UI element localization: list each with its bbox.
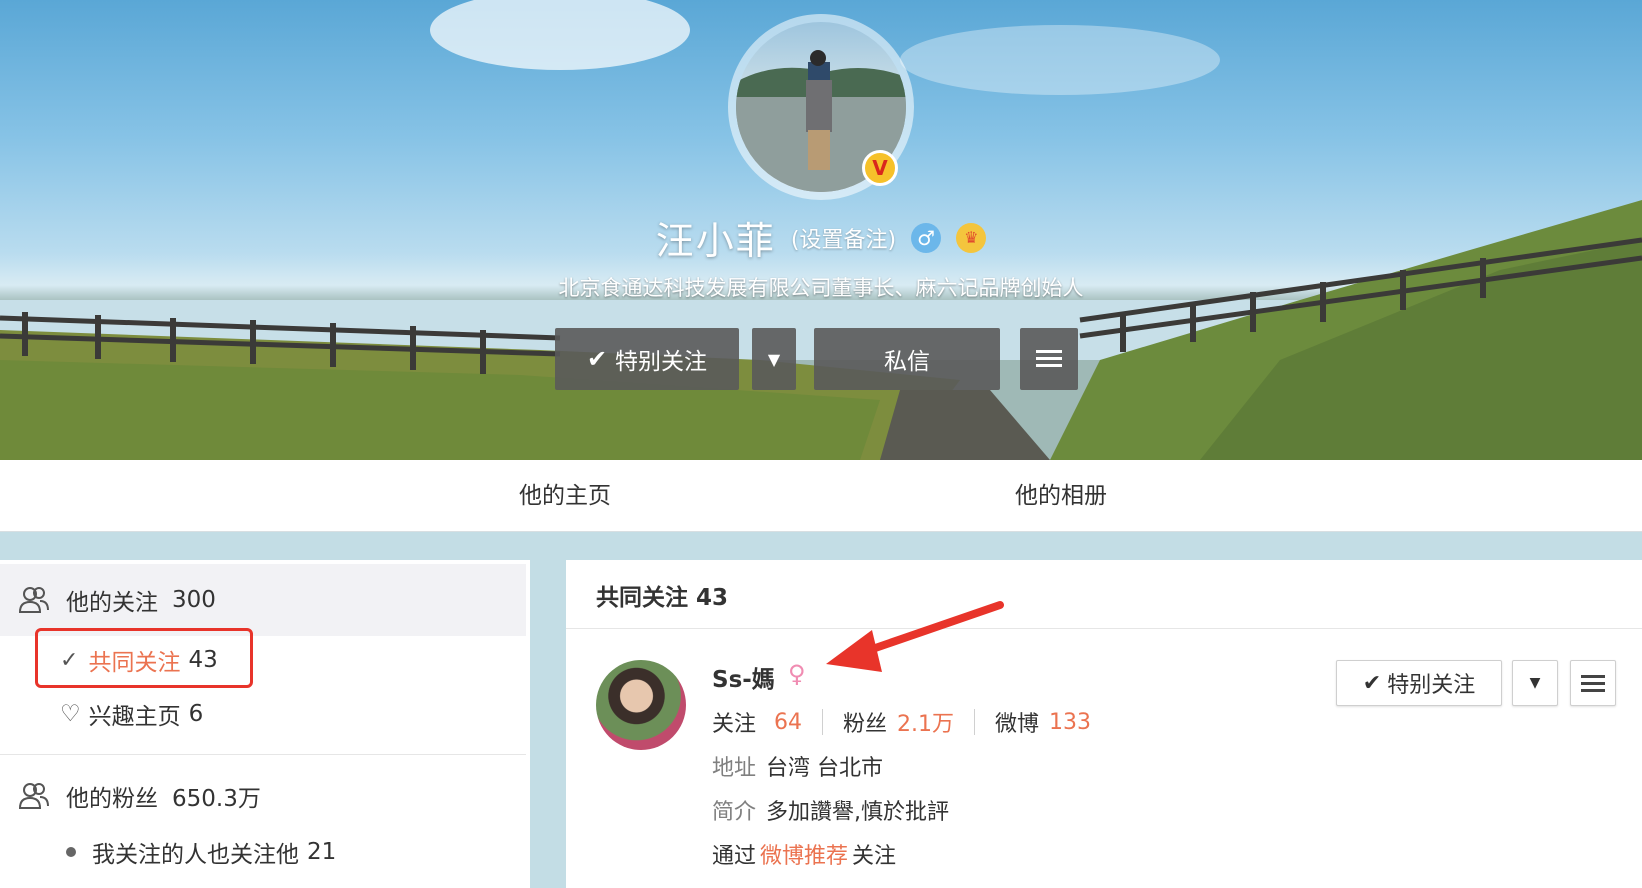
check-icon: ✔ bbox=[586, 345, 608, 373]
stat-separator bbox=[974, 709, 976, 735]
fans-count: 650.3万 bbox=[172, 786, 261, 812]
chevron-down-icon: ▼ bbox=[767, 349, 781, 369]
intro-label: 简介 bbox=[712, 800, 757, 825]
check-icon: ✔ bbox=[1362, 670, 1382, 696]
stat-separator bbox=[822, 709, 824, 735]
relation-sidebar: 他的关注 300 ✓ 共同关注 43 ♡ 兴趣主页 6 他的粉丝 650.3万 … bbox=[0, 560, 530, 888]
address-value: 台湾 台北市 bbox=[766, 756, 884, 781]
fans-sub-label: 我关注的人也关注他 bbox=[92, 842, 299, 868]
user-special-follow-button[interactable]: ✔ 特别关注 bbox=[1336, 660, 1502, 706]
private-message-label: 私信 bbox=[884, 349, 930, 375]
user-fans-count[interactable]: 2.1万 bbox=[897, 706, 954, 738]
user-weibo-label: 微博 bbox=[995, 712, 1040, 737]
private-message-button[interactable]: 私信 bbox=[814, 328, 1000, 390]
sidebar-item-following[interactable]: 他的关注 300 bbox=[0, 564, 526, 636]
user-avatar[interactable] bbox=[596, 660, 686, 750]
user-intro-row: 简介 多加讚譽,慎於批評 bbox=[712, 794, 949, 826]
address-label: 地址 bbox=[712, 756, 757, 781]
interest-count: 6 bbox=[188, 701, 204, 727]
profile-name-row: 汪小菲 (设置备注) ♂ ♛ bbox=[0, 210, 1642, 265]
sidebar-item-fans-sub[interactable]: 我关注的人也关注他 21 bbox=[66, 832, 336, 872]
fans-label: 他的粉丝 bbox=[66, 786, 158, 812]
weibo-recommend-link[interactable]: 微博推荐 bbox=[760, 838, 848, 870]
user-fans-label: 粉丝 bbox=[843, 712, 888, 737]
user-following-count[interactable]: 64 bbox=[774, 710, 802, 735]
user-more-menu[interactable] bbox=[1570, 660, 1616, 706]
fans-sub-count: 21 bbox=[307, 839, 337, 865]
hamburger-icon bbox=[1581, 675, 1605, 692]
profile-bio: 北京食通达科技发展有限公司董事长、麻六记品牌创始人 bbox=[558, 276, 1084, 300]
more-menu-button[interactable] bbox=[1020, 328, 1078, 390]
user-follow-dropdown[interactable]: ▼ bbox=[1512, 660, 1558, 706]
people-icon bbox=[18, 587, 49, 613]
sidebar-item-interest[interactable]: ♡ 兴趣主页 6 bbox=[60, 694, 203, 734]
verified-badge-icon: V bbox=[862, 150, 898, 186]
common-follow-panel: 共同关注 43 Ss-媽 ♀ 关注 64 粉丝 2.1万 微博 133 地址 台… bbox=[566, 560, 1642, 888]
user-weibo-count[interactable]: 133 bbox=[1049, 710, 1091, 735]
sidebar-divider bbox=[0, 754, 526, 755]
following-count: 300 bbox=[172, 587, 216, 613]
set-remark-link[interactable]: (设置备注) bbox=[791, 228, 896, 253]
bullet-icon bbox=[66, 847, 76, 857]
heart-plus-icon: ♡ bbox=[60, 701, 81, 727]
tab-home[interactable]: 他的主页 bbox=[519, 460, 611, 532]
user-address-row: 地址 台湾 台北市 bbox=[712, 750, 883, 782]
panel-divider bbox=[566, 628, 1642, 629]
following-label: 他的关注 bbox=[66, 590, 158, 616]
special-follow-label: 特别关注 bbox=[615, 349, 708, 375]
people-icon bbox=[18, 783, 49, 809]
tab-album[interactable]: 他的相册 bbox=[1015, 460, 1107, 532]
user-following-label: 关注 bbox=[712, 712, 757, 737]
user-follow-label: 特别关注 bbox=[1387, 673, 1476, 698]
via-suffix: 关注 bbox=[852, 844, 897, 869]
special-follow-button[interactable]: ✔ 特别关注 bbox=[555, 328, 739, 390]
user-via-row: 通过 微博推荐 关注 bbox=[712, 838, 896, 870]
profile-cover: V 汪小菲 (设置备注) ♂ ♛ 北京食通达科技发展有限公司董事长、麻六记品牌创… bbox=[0, 0, 1642, 460]
crown-icon[interactable]: ♛ bbox=[956, 222, 987, 253]
user-name[interactable]: Ss-媽 bbox=[712, 660, 775, 694]
profile-nav: 他的主页 他的相册 bbox=[0, 460, 1642, 532]
interest-label: 兴趣主页 bbox=[88, 704, 181, 730]
highlight-box bbox=[35, 628, 253, 688]
sidebar-item-fans[interactable]: 他的粉丝 650.3万 bbox=[0, 760, 526, 832]
profile-avatar-frame: V bbox=[728, 14, 914, 200]
panel-title: 共同关注 43 bbox=[596, 585, 729, 611]
user-stats: 关注 64 粉丝 2.1万 微博 133 bbox=[712, 706, 1091, 738]
profile-name: 汪小菲 bbox=[655, 219, 776, 263]
intro-value: 多加讚譽,慎於批評 bbox=[766, 800, 950, 825]
hamburger-icon bbox=[1036, 350, 1062, 367]
male-icon: ♂ bbox=[911, 222, 942, 253]
chevron-down-icon: ▼ bbox=[1529, 675, 1541, 691]
follow-dropdown-button[interactable]: ▼ bbox=[752, 328, 796, 390]
via-prefix: 通过 bbox=[712, 844, 757, 869]
female-icon: ♀ bbox=[788, 660, 806, 688]
